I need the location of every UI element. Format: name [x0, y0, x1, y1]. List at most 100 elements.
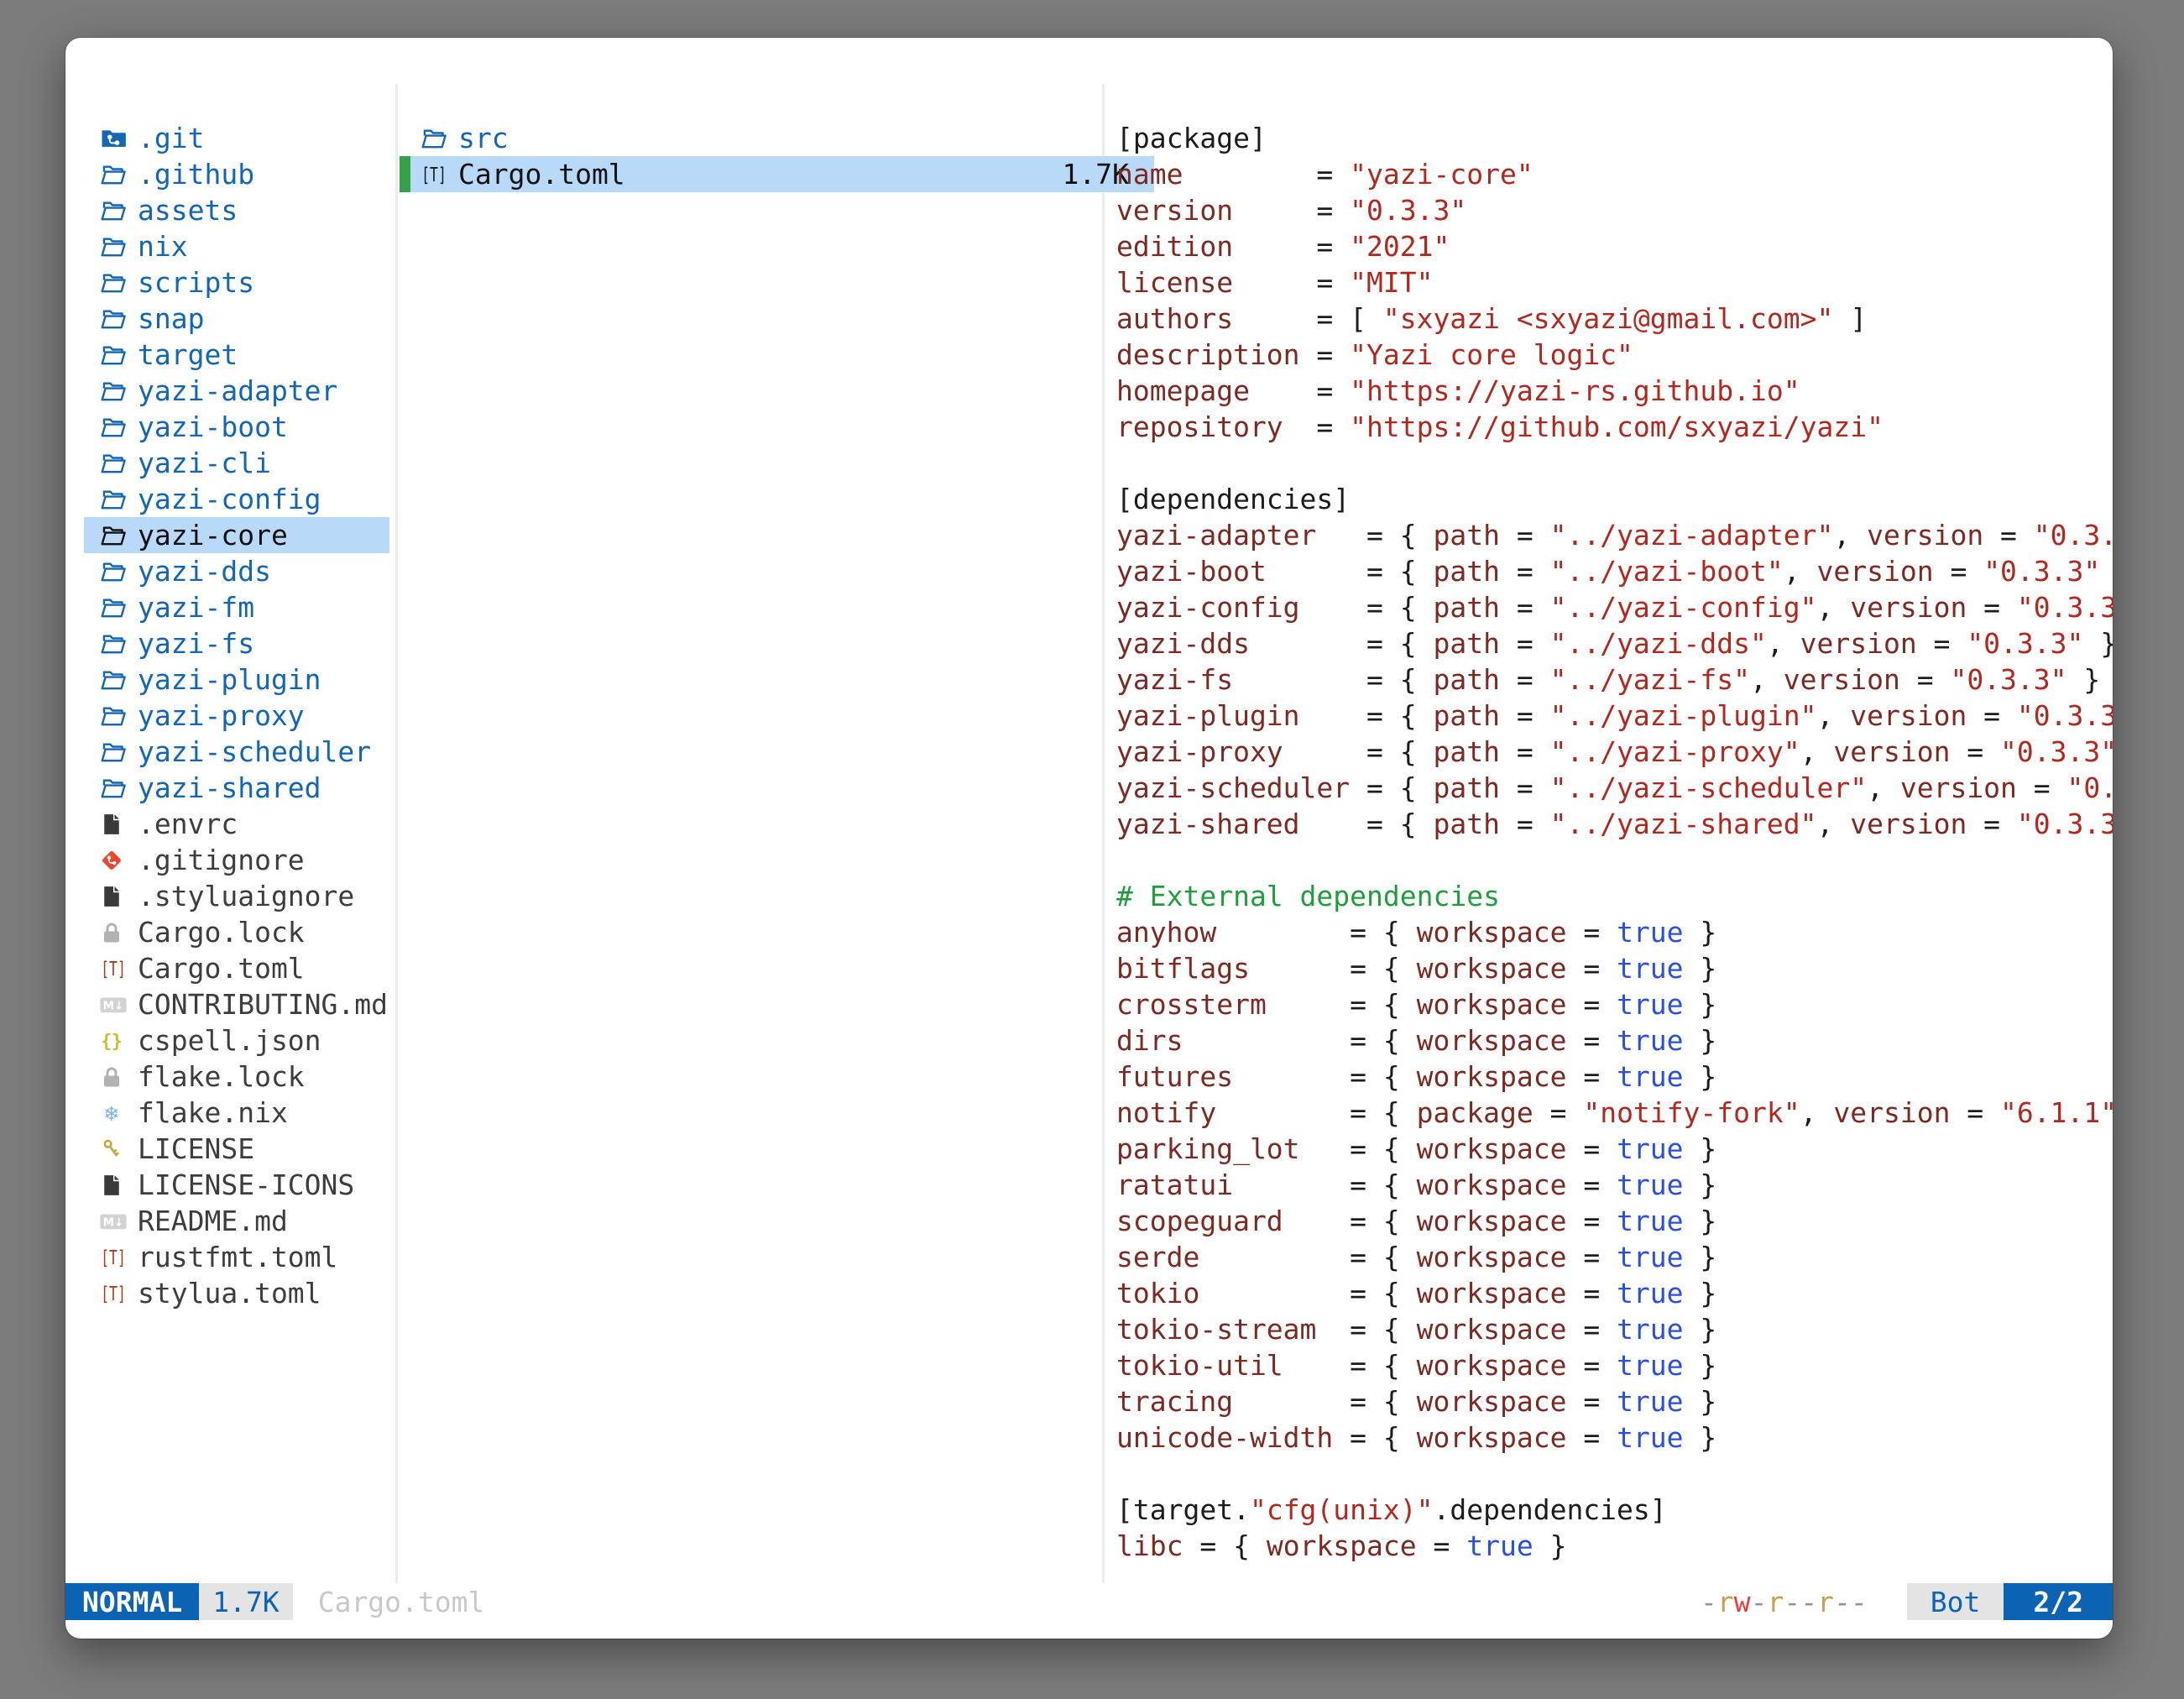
sidebar-item-.git[interactable]: .git — [84, 120, 389, 156]
sidebar-item-LICENSE-ICONS[interactable]: LICENSE-ICONS — [84, 1167, 389, 1203]
folder-icon — [99, 774, 138, 802]
file-name: Cargo.lock — [138, 916, 305, 949]
preview-line: tokio-stream = { workspace = true } — [1116, 1311, 2113, 1347]
sidebar-item-yazi-boot[interactable]: yazi-boot — [84, 409, 389, 445]
folder-icon — [99, 377, 138, 405]
sidebar-item-yazi-scheduler[interactable]: yazi-scheduler — [84, 734, 389, 770]
permission-char: r — [1717, 1586, 1734, 1618]
preview-line — [1116, 1456, 2113, 1492]
preview-line: bitflags = { workspace = true } — [1116, 950, 2113, 986]
sidebar-item-.styluaignore[interactable]: .styluaignore — [84, 878, 389, 914]
sidebar-item-target[interactable]: target — [84, 337, 389, 373]
sidebar-item-assets[interactable]: assets — [84, 192, 389, 228]
folder-name: scripts — [138, 266, 254, 299]
sidebar-item-stylua.toml[interactable]: [T] stylua.toml — [84, 1275, 389, 1311]
pane-separator-left — [395, 84, 398, 1595]
sidebar-item-Cargo.toml[interactable]: [T]Cargo.toml — [84, 950, 389, 986]
sidebar-item-flake.lock[interactable]: flake.lock — [84, 1059, 389, 1095]
preview-line: repository = "https://github.com/sxyazi/… — [1116, 409, 2113, 445]
sidebar-item-README.md[interactable]: M↓README.md — [84, 1203, 389, 1239]
sidebar-item-LICENSE[interactable]: LICENSE — [84, 1131, 389, 1167]
selection-marker — [400, 156, 410, 192]
file-name: .styluaignore — [138, 880, 354, 912]
preview-line: edition = "2021" — [1116, 228, 2113, 264]
sidebar-item-.gitignore[interactable]: .gitignore — [84, 842, 389, 878]
sidebar-item-cspell.json[interactable]: {}cspell.json — [84, 1022, 389, 1059]
current-item-src[interactable]: src — [400, 120, 1154, 156]
folder-icon — [99, 702, 138, 730]
sidebar-item-yazi-adapter[interactable]: yazi-adapter — [84, 373, 389, 409]
sidebar-item-yazi-plugin[interactable]: yazi-plugin — [84, 661, 389, 698]
preview-line: tracing = { workspace = true } — [1116, 1383, 2113, 1419]
folder-name: yazi-fm — [138, 591, 254, 624]
preview-line: serde = { workspace = true } — [1116, 1239, 2113, 1275]
preview-line: notify = { package = "notify-fork", vers… — [1116, 1095, 2113, 1131]
svg-text:[T]: [T] — [101, 1247, 126, 1268]
sidebar-item-yazi-proxy[interactable]: yazi-proxy — [84, 698, 389, 734]
sidebar-item-.envrc[interactable]: .envrc — [84, 806, 389, 842]
folder-icon — [420, 124, 458, 153]
file-name: CONTRIBUTING.md — [138, 988, 388, 1021]
svg-text:[T]: [T] — [101, 1283, 126, 1304]
preview-line: version = "0.3.3" — [1116, 192, 2113, 228]
lock-icon — [99, 1064, 138, 1090]
status-bar: NORMAL 1.7K Cargo.toml -rw-r--r-- Bot 2/… — [65, 1583, 2113, 1620]
preview-line: homepage = "https://yazi-rs.github.io" — [1116, 373, 2113, 409]
cursor-counter-badge: 2/2 — [2004, 1583, 2113, 1620]
sidebar-item-rustfmt.toml[interactable]: [T]rustfmt.toml — [84, 1239, 389, 1275]
sidebar-item-flake.nix[interactable]: ❄flake.nix — [84, 1095, 389, 1131]
folder-icon — [99, 160, 138, 189]
file-icon — [99, 884, 138, 909]
preview-line: yazi-plugin = { path = "../yazi-plugin",… — [1116, 698, 2113, 734]
sidebar-item-yazi-core[interactable]: yazi-core — [84, 517, 389, 553]
sidebar-item-CONTRIBUTING.md[interactable]: M↓CONTRIBUTING.md — [84, 986, 389, 1022]
sidebar-item-yazi-shared[interactable]: yazi-shared — [84, 770, 389, 806]
sidebar-item-.github[interactable]: .github — [84, 156, 389, 192]
preview-line: parking_lot = { workspace = true } — [1116, 1131, 2113, 1167]
folder-icon — [99, 341, 138, 369]
parent-directory-pane[interactable]: .git.githubassetsnixscriptssnaptargetyaz… — [84, 120, 389, 1311]
current-item-Cargo.toml[interactable]: [T]Cargo.toml1.7K — [400, 156, 1154, 192]
folder-name: yazi-fs — [138, 627, 254, 660]
sidebar-item-yazi-config[interactable]: yazi-config — [84, 481, 389, 517]
folder-icon — [99, 413, 138, 442]
toml-icon: [T] — [99, 954, 138, 983]
sidebar-item-snap[interactable]: snap — [84, 301, 389, 337]
folder-name: yazi-core — [138, 519, 288, 552]
sidebar-item-yazi-cli[interactable]: yazi-cli — [84, 445, 389, 481]
folder-icon — [99, 269, 138, 297]
preview-line: yazi-boot = { path = "../yazi-boot", ver… — [1116, 553, 2113, 589]
preview-line: scopeguard = { workspace = true } — [1116, 1203, 2113, 1239]
preview-line: yazi-fs = { path = "../yazi-fs", version… — [1116, 661, 2113, 698]
preview-line: crossterm = { workspace = true } — [1116, 986, 2113, 1022]
preview-line: [dependencies] — [1116, 481, 2113, 517]
preview-line: yazi-proxy = { path = "../yazi-proxy", v… — [1116, 734, 2113, 770]
file-name: flake.nix — [138, 1096, 288, 1129]
yazi-file-manager-window: .git.githubassetsnixscriptssnaptargetyaz… — [65, 38, 2113, 1639]
toml-icon: [T] — [420, 160, 458, 189]
svg-text:{}: {} — [101, 1031, 123, 1052]
sidebar-item-scripts[interactable]: scripts — [84, 264, 389, 301]
file-name: LICENSE-ICONS — [138, 1168, 354, 1201]
scroll-position-badge: Bot — [1907, 1583, 2004, 1620]
file-name: stylua.toml — [138, 1277, 321, 1310]
sidebar-item-yazi-dds[interactable]: yazi-dds — [84, 553, 389, 589]
folder-icon — [99, 666, 138, 694]
folder-name: yazi-plugin — [138, 663, 321, 696]
file-name: flake.lock — [138, 1060, 305, 1093]
preview-line: yazi-config = { path = "../yazi-config",… — [1116, 589, 2113, 625]
preview-line: tokio = { workspace = true } — [1116, 1275, 2113, 1311]
permission-char: -- — [1834, 1586, 1868, 1618]
snowflake-icon: ❄ — [99, 1100, 138, 1126]
preview-line — [1116, 842, 2113, 878]
current-directory-pane[interactable]: src[T]Cargo.toml1.7K — [400, 120, 1154, 192]
sidebar-item-nix[interactable]: nix — [84, 228, 389, 264]
sidebar-item-yazi-fm[interactable]: yazi-fm — [84, 589, 389, 625]
sidebar-item-yazi-fs[interactable]: yazi-fs — [84, 625, 389, 661]
preview-line: [package] — [1116, 120, 2113, 156]
sidebar-item-Cargo.lock[interactable]: Cargo.lock — [84, 914, 389, 950]
preview-line: yazi-dds = { path = "../yazi-dds", versi… — [1116, 625, 2113, 661]
folder-name: yazi-adapter — [138, 374, 337, 407]
folder-icon — [99, 738, 138, 766]
preview-line: license = "MIT" — [1116, 264, 2113, 301]
